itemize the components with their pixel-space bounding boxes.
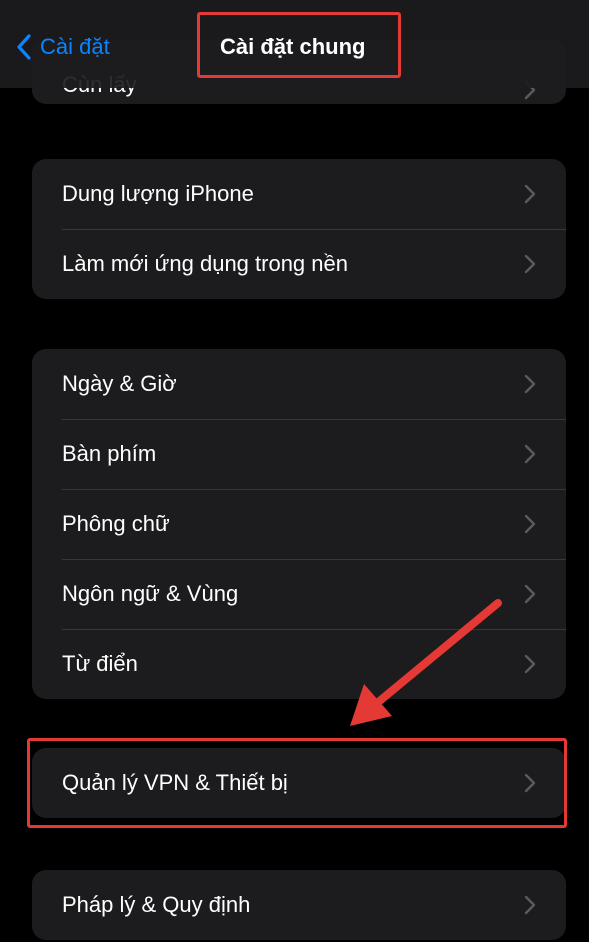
vpn-highlight-box <box>27 738 567 828</box>
title-highlight-box <box>197 12 401 78</box>
